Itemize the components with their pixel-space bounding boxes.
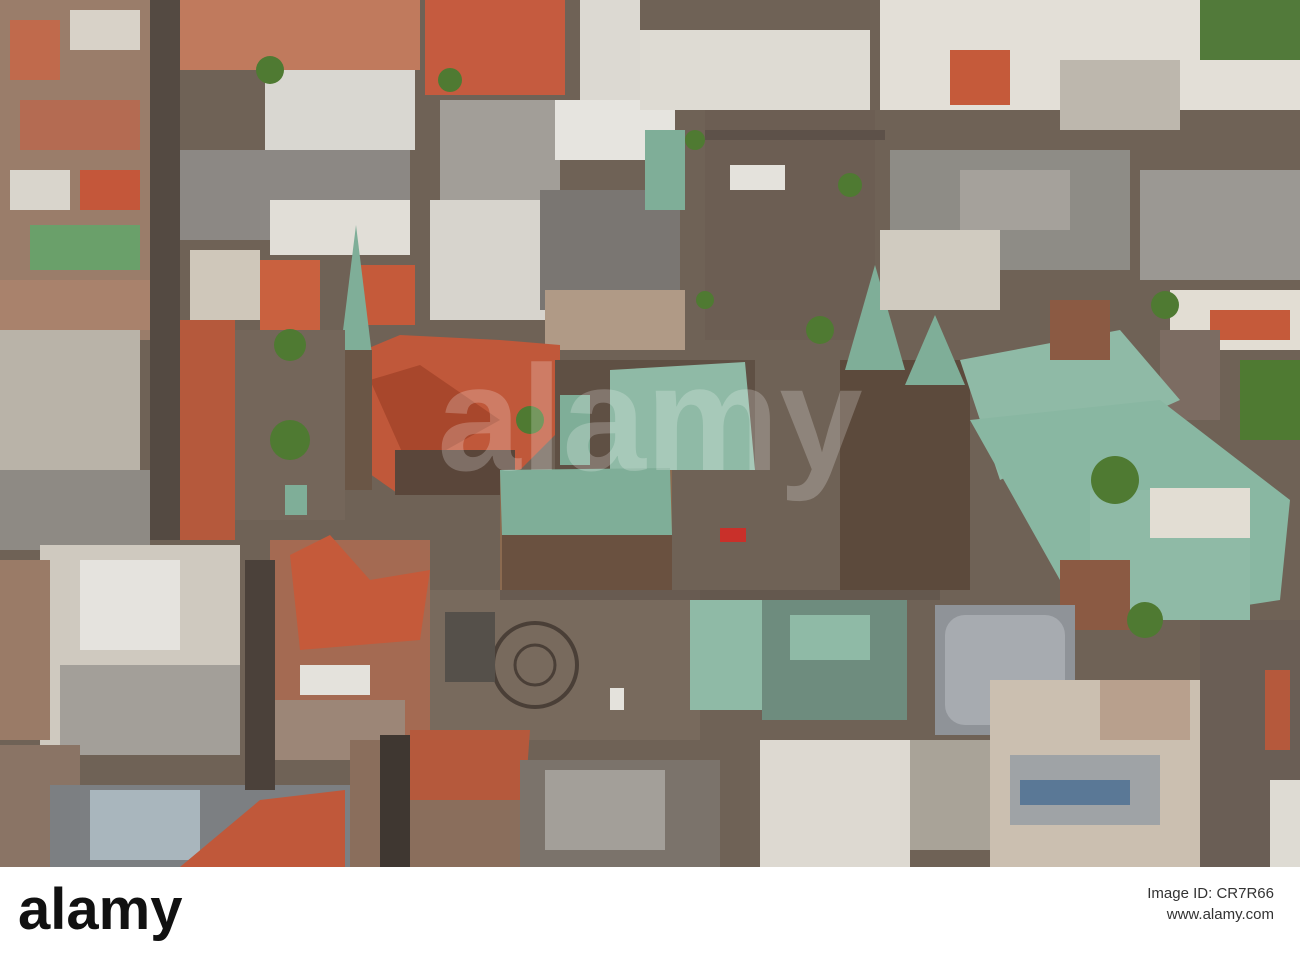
image-url[interactable]: www.alamy.com (1147, 906, 1274, 923)
image-meta: Image ID: CR7R66 www.alamy.com (1147, 885, 1274, 923)
aerial-photo: alamy (0, 0, 1300, 867)
image-id-row: Image ID: CR7R66 (1147, 885, 1274, 902)
alamy-logo[interactable]: alamy (18, 881, 278, 941)
alamy-logo-text: alamy (18, 881, 182, 941)
image-id-value: CR7R66 (1216, 885, 1274, 902)
northwest-block (0, 0, 160, 340)
stock-footer-bar: alamy Image ID: CR7R66 www.alamy.com (0, 867, 1300, 956)
image-id-label: Image ID: (1147, 885, 1213, 902)
